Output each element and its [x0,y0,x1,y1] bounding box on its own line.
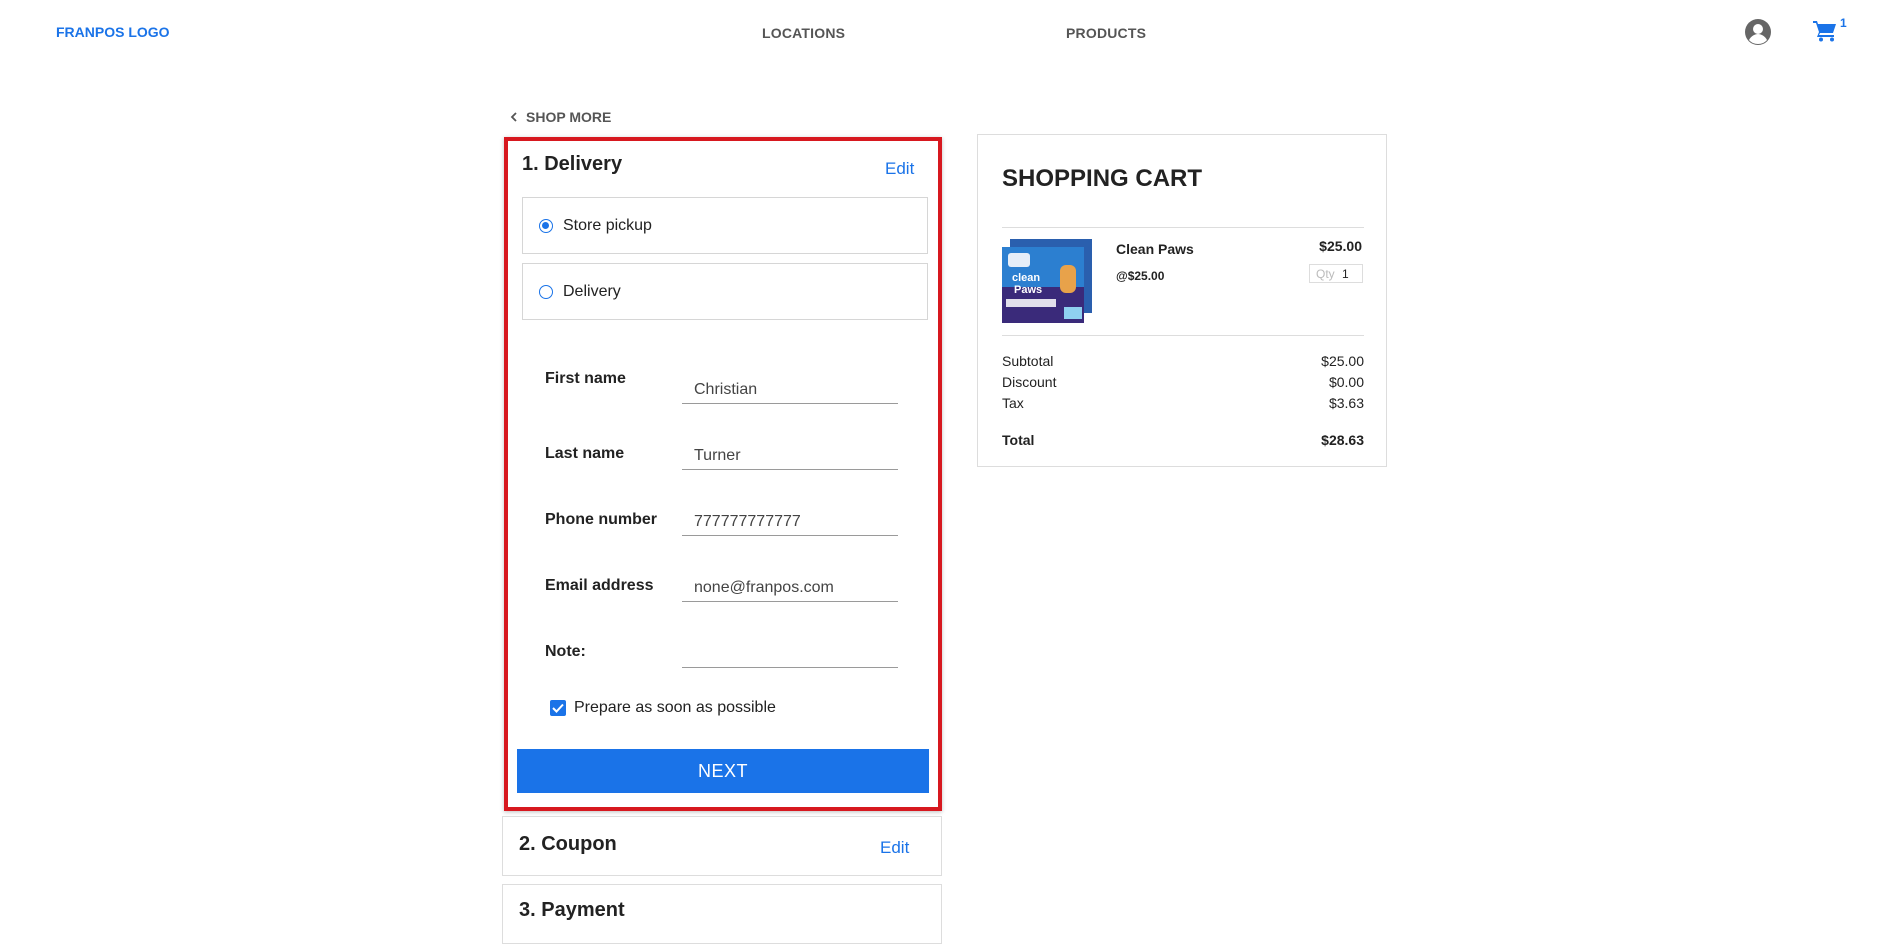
delivery-section: 1. Delivery Edit Store pickup Delivery F… [504,137,942,811]
discount-row: Discount $0.00 [1002,374,1364,390]
phone-field[interactable] [682,502,898,536]
qty-value: 1 [1342,266,1349,281]
payment-section: 3. Payment [502,884,942,944]
phone-label: Phone number [545,511,658,528]
store-pickup-label: Store pickup [563,216,652,234]
total-value: $28.63 [1321,432,1364,448]
delivery-radio[interactable] [539,284,553,299]
cart-icon[interactable] [1813,20,1837,42]
check-icon [552,703,564,713]
delivery-option[interactable]: Delivery [522,263,928,320]
product-price: $25.00 [1319,238,1362,254]
cart-divider [1002,335,1364,336]
payment-title: 3. Payment [519,899,625,921]
delivery-edit-link[interactable]: Edit [885,159,914,179]
first-name-label: First name [545,370,626,387]
tax-label: Tax [1002,395,1024,411]
logo[interactable]: FRANPOS LOGO [56,24,170,40]
next-button[interactable]: NEXT [517,749,929,793]
tax-row: Tax $3.63 [1002,395,1364,411]
store-pickup-radio[interactable] [539,218,553,233]
discount-label: Discount [1002,374,1057,390]
first-name-field[interactable] [682,370,898,404]
svg-text:Paws: Paws [1014,284,1042,296]
nav-locations[interactable]: LOCATIONS [762,25,845,41]
qty-label: Qty [1316,266,1335,281]
total-label: Total [1002,432,1035,448]
nav-products[interactable]: PRODUCTS [1066,25,1146,41]
shop-more-label: SHOP MORE [526,109,612,125]
email-field[interactable] [682,568,898,602]
prepare-asap-checkbox[interactable] [550,700,566,716]
cart-count-badge: 1 [1840,16,1847,30]
svg-text:clean: clean [1012,272,1040,284]
coupon-edit-link[interactable]: Edit [880,838,909,858]
store-pickup-option[interactable]: Store pickup [522,197,928,254]
shop-more-link[interactable]: SHOP MORE [510,109,611,125]
shopping-cart-panel: SHOPPING CART clean Paws Clean Paws @$25… [977,134,1387,467]
note-label: Note: [545,643,586,660]
product-unit-price: @$25.00 [1116,269,1165,283]
coupon-title: 2. Coupon [519,833,617,855]
product-name[interactable]: Clean Paws [1116,241,1194,257]
delivery-option-label: Delivery [563,282,621,300]
coupon-section: 2. Coupon Edit [502,816,942,876]
last-name-label: Last name [545,445,625,462]
cart-divider [1002,227,1364,228]
total-row: Total $28.63 [1002,432,1364,448]
subtotal-label: Subtotal [1002,353,1054,369]
email-label: Email address [545,577,654,594]
product-image[interactable]: clean Paws [1002,239,1092,323]
subtotal-row: Subtotal $25.00 [1002,353,1364,369]
chevron-left-icon [510,112,517,122]
note-field[interactable] [682,634,898,668]
user-icon[interactable] [1744,18,1772,46]
cart-title: SHOPPING CART [1002,165,1203,192]
tax-value: $3.63 [1328,395,1364,411]
last-name-field[interactable] [682,436,898,470]
discount-value: $0.00 [1328,374,1364,390]
delivery-title: 1. Delivery [522,153,623,175]
quantity-field[interactable]: Qty 1 [1309,264,1363,283]
prepare-asap-label: Prepare as soon as possible [574,699,776,716]
subtotal-value: $25.00 [1321,353,1364,369]
